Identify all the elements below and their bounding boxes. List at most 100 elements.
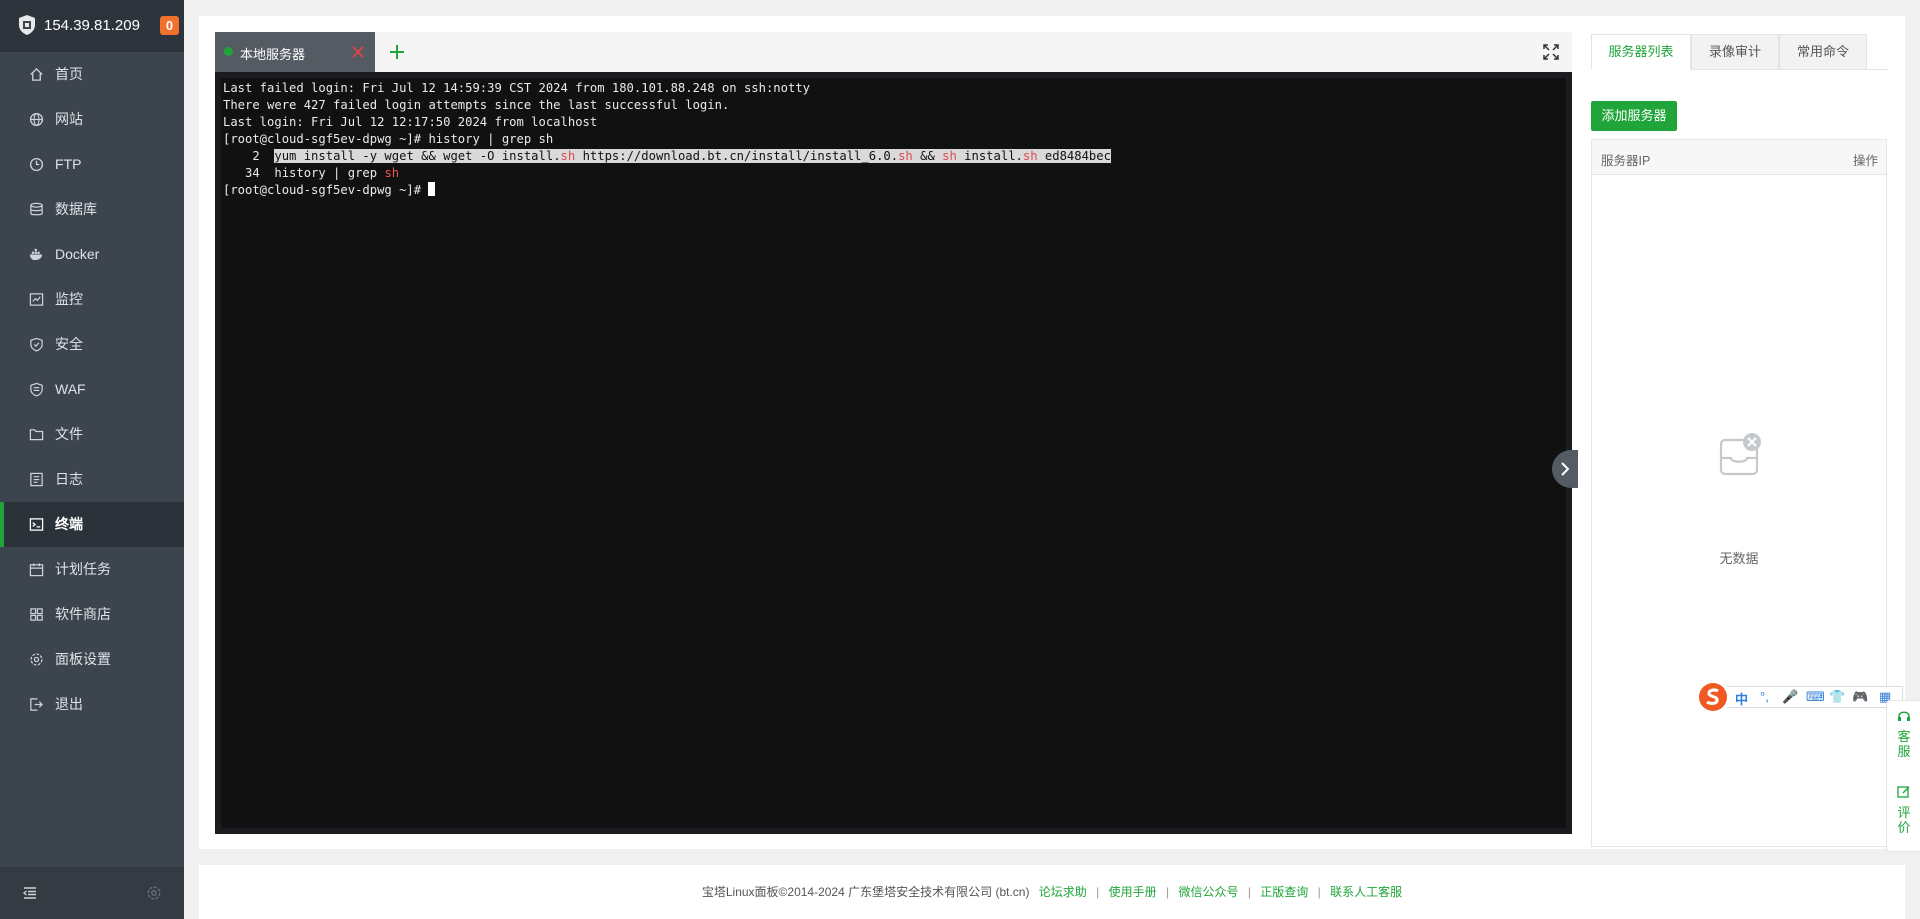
footer-link-support[interactable]: 联系人工客服 [1330,885,1402,899]
sidebar-item-label: FTP [55,156,82,172]
sidebar-item-database[interactable]: 数据库 [0,187,184,232]
sidebar-item-label: 退出 [55,696,83,712]
match-highlight: sh [942,149,957,163]
tab-server-list[interactable]: 服务器列表 [1591,34,1691,70]
footer-separator: | [1317,885,1321,899]
server-table: 服务器IP 操作 无数据 [1591,139,1887,847]
ime-chinese-mode[interactable]: 中 [1735,689,1748,708]
text-seg: install. [956,149,1023,163]
match-highlight: sh [1022,149,1038,163]
sidebar-item-monitor[interactable]: 监控 [0,277,184,322]
side-panel-tabs: 服务器列表 录像审计 常用命令 [1591,34,1889,70]
grid-icon [30,608,43,621]
ime-keyboard-icon[interactable]: ⌨ [1806,689,1825,705]
sidebar-item-security[interactable]: 安全 [0,322,184,367]
ime-punctuation[interactable]: °, [1760,689,1769,704]
sidebar-item-files[interactable]: 文件 [0,412,184,457]
sidebar-item-home[interactable]: 首页 [0,52,184,97]
terminal-line: 2 yum install -y wget && wget -O install… [223,148,1564,165]
text-seg: yum install -y wget && wget -O install. [274,149,561,163]
sidebar-item-logs[interactable]: 日志 [0,457,184,502]
ftp-icon [29,157,44,172]
waf-icon [30,382,43,397]
headset-icon [1898,711,1910,721]
terminal-line: 34 history | grep sh [223,165,1564,182]
footer-link-manual[interactable]: 使用手册 [1109,885,1157,899]
match-highlight: sh [898,149,913,163]
ime-strip: 中 °, 🎤 ⌨ 👕 🎮 ▦ [1727,686,1903,708]
footer-separator: | [1096,885,1100,899]
sidebar-menu: 首页 网站 FTP 数据库 Docker 监控 安全 WAF 文件 日志 终端 … [0,52,184,727]
sidebar-item-label: WAF [55,381,86,397]
folder-icon [29,429,44,441]
sidebar-item-website[interactable]: 网站 [0,97,184,142]
server-header[interactable]: 154.39.81.209 0 [0,0,184,52]
notice-badge[interactable]: 0 [160,16,179,35]
match-highlight: sh [560,149,576,163]
gear-icon [30,653,43,666]
settings-gear-icon[interactable] [146,885,162,901]
footer-separator: | [1165,885,1170,899]
fullscreen-icon[interactable] [1543,44,1559,60]
sidebar-item-settings[interactable]: 面板设置 [0,637,184,682]
sidebar-item-ftp[interactable]: FTP [0,142,184,187]
match-highlight: sh [384,166,400,180]
calendar-icon [29,563,44,577]
server-ip: 154.39.81.209 [44,17,140,34]
sidebar-item-label: 网站 [55,111,83,127]
sidebar-item-waf[interactable]: WAF [0,367,184,412]
prompt-text: [root@cloud-sgf5ev-dpwg ~]# [223,183,429,197]
sidebar-item-label: 面板设置 [55,651,111,667]
customer-service-link[interactable]: 客服 [1897,729,1911,759]
edit-icon [1897,786,1910,798]
terminal-cursor [428,182,436,196]
tab-common-commands[interactable]: 常用命令 [1779,34,1867,70]
tab-recording-audit[interactable]: 录像审计 [1691,34,1779,70]
terminal-line: Last failed login: Fri Jul 12 14:59:39 C… [223,81,810,95]
sidebar-item-label: 终端 [55,516,83,532]
footer-link-forum[interactable]: 论坛求助 [1039,885,1087,899]
text-seg: ed8484bec [1037,149,1111,163]
footer-link-license[interactable]: 正版查询 [1260,885,1308,899]
sidebar-item-label: 首页 [55,66,83,82]
ime-toolbar[interactable]: 中 °, 🎤 ⌨ 👕 🎮 ▦ [1699,683,1903,711]
sidebar-item-label: 数据库 [55,201,97,217]
terminal-console[interactable]: Last failed login: Fri Jul 12 14:59:39 C… [215,72,1572,834]
chevron-right-icon [1561,462,1570,476]
sidebar-item-label: Docker [55,246,100,262]
ime-skin-icon[interactable]: 👕 [1829,689,1845,705]
footer: 宝塔Linux面板©2014-2024 广东堡塔安全技术有限公司 (bt.cn)… [199,865,1905,919]
sidebar: 154.39.81.209 0 首页 网站 FTP 数据库 Docker 监控 [0,0,184,919]
terminal-area: 本地服务器 Last failed login: Fri Jul 12 14:5… [215,32,1578,834]
home-icon [30,67,43,81]
logout-icon [30,698,43,711]
sidebar-item-label: 软件商店 [55,606,111,622]
collapse-menu-icon[interactable] [22,885,38,901]
add-tab-plus-icon[interactable] [387,42,407,62]
sidebar-item-store[interactable]: 软件商店 [0,592,184,637]
sidebar-item-logout[interactable]: 退出 [0,682,184,727]
sidebar-item-terminal[interactable]: 终端 [0,502,184,547]
terminal-tab-local[interactable]: 本地服务器 [215,32,375,72]
customer-service-widget: 客服 评价 [1886,700,1920,852]
text-seg: https://download.bt.cn/install/install_6… [575,149,899,163]
ime-logo-icon[interactable] [1699,683,1727,711]
close-icon[interactable] [350,44,366,60]
footer-link-wechat[interactable]: 微信公众号 [1178,885,1238,899]
empty-text: 无数据 [1719,551,1759,566]
connected-status-dot [224,47,233,56]
ime-voice-icon[interactable]: 🎤 [1782,689,1798,705]
sidebar-item-label: 计划任务 [55,561,111,577]
copyright-text: 宝塔Linux面板©2014-2024 广东堡塔安全技术有限公司 (bt.cn) [701,885,1030,899]
table-header: 服务器IP 操作 [1592,140,1886,175]
terminal-icon [29,518,44,531]
sidebar-item-cron[interactable]: 计划任务 [0,547,184,592]
ime-game-icon[interactable]: 🎮 [1852,689,1868,705]
terminal-tab-label: 本地服务器 [240,47,306,62]
review-link[interactable]: 评价 [1897,805,1911,835]
add-server-button[interactable]: 添加服务器 [1591,101,1677,131]
sidebar-item-docker[interactable]: Docker [0,232,184,277]
bt-logo-icon [19,15,35,35]
docker-icon [29,248,43,261]
sidebar-item-label: 日志 [55,471,83,487]
